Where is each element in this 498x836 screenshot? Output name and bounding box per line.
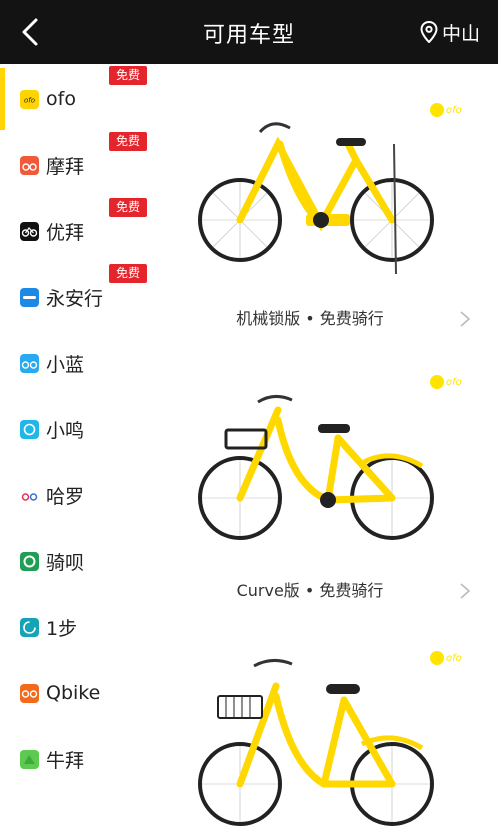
sidebar-item-ubike[interactable]: 优拜 免费 bbox=[0, 198, 152, 264]
ofo-watermark-icon: ofo bbox=[430, 374, 466, 390]
brand-sidebar: ofo ofo 免费 摩拜 免费 优拜 免费 永安行 免费 小蓝 小鸣 哈罗 骑… bbox=[0, 64, 152, 836]
sidebar-item-label: 优拜 bbox=[46, 221, 85, 244]
location-selector[interactable]: 中山 bbox=[420, 18, 480, 46]
location-label: 中山 bbox=[441, 22, 480, 45]
free-badge: 免费 bbox=[109, 264, 147, 283]
chevron-right-icon bbox=[460, 583, 471, 599]
top-bar: 可用车型 中山 bbox=[0, 0, 498, 64]
model-label: 机械锁版 • 免费骑行 bbox=[236, 309, 384, 328]
sidebar-item-label: 牛拜 bbox=[46, 749, 85, 772]
sidebar-item-label: 小蓝 bbox=[46, 353, 85, 376]
mobike-logo-icon bbox=[20, 155, 39, 175]
sidebar-item-ofo[interactable]: ofo ofo 免费 bbox=[0, 66, 152, 132]
sidebar-item-label: Qbike bbox=[46, 682, 101, 704]
free-badge: 免费 bbox=[109, 198, 147, 217]
niubai-logo-icon bbox=[20, 749, 39, 769]
youon-logo-icon bbox=[20, 287, 39, 307]
hellobike-logo-icon bbox=[20, 486, 39, 505]
svg-text:ofo: ofo bbox=[24, 96, 35, 104]
sidebar-item-label: 骑呗 bbox=[46, 551, 85, 574]
qibei-logo-icon bbox=[20, 551, 39, 571]
bike-image-curve bbox=[198, 395, 434, 540]
sidebar-item-yibu[interactable]: 1步 bbox=[0, 594, 152, 660]
ubike-logo-icon bbox=[20, 221, 39, 241]
sidebar-item-qbike[interactable]: Qbike bbox=[0, 660, 152, 726]
sidebar-item-label: 1步 bbox=[46, 617, 78, 640]
free-badge: 免费 bbox=[109, 132, 147, 151]
sidebar-item-hellobike[interactable]: 哈罗 bbox=[0, 462, 152, 528]
bike-image-basket bbox=[198, 659, 434, 826]
sidebar-item-qibei[interactable]: 骑呗 bbox=[0, 528, 152, 594]
bluegogo-logo-icon bbox=[20, 353, 39, 373]
ofo-watermark-text: ofo bbox=[446, 652, 462, 664]
bike-card-curve[interactable]: ofo Curve版 • 免费骑行 bbox=[152, 354, 498, 614]
sidebar-item-label: 哈罗 bbox=[46, 485, 85, 508]
bike-card-mechanical-lock[interactable]: ofo 机械锁版 • 免费骑行 bbox=[152, 64, 498, 344]
back-button[interactable] bbox=[14, 14, 46, 50]
sidebar-item-youon[interactable]: 永安行 免费 bbox=[0, 264, 152, 330]
sidebar-item-xiaoming[interactable]: 小鸣 bbox=[0, 396, 152, 462]
sidebar-item-label: 小鸣 bbox=[46, 419, 85, 442]
bike-model-list: ofo 机械锁版 • 免费骑行 ofo Curve版 • 免费骑行 ofo bbox=[152, 64, 498, 836]
model-row[interactable]: Curve版 • 免费骑行 bbox=[152, 576, 498, 606]
sidebar-item-mobike[interactable]: 摩拜 免费 bbox=[0, 132, 152, 198]
sidebar-item-bluegogo[interactable]: 小蓝 bbox=[0, 330, 152, 396]
bike-card-basket[interactable]: ofo bbox=[152, 642, 498, 836]
location-pin-icon bbox=[420, 21, 438, 43]
chevron-right-icon bbox=[460, 311, 471, 327]
free-badge: 免费 bbox=[109, 66, 147, 85]
yibu-logo-icon bbox=[20, 617, 39, 637]
model-row[interactable]: 机械锁版 • 免费骑行 bbox=[152, 304, 498, 334]
ofo-logo-icon: ofo bbox=[20, 89, 39, 109]
sidebar-item-label: ofo bbox=[46, 88, 76, 110]
sidebar-item-label: 永安行 bbox=[46, 287, 104, 310]
ofo-watermark-text: ofo bbox=[446, 104, 462, 116]
xiaoming-logo-icon bbox=[20, 419, 39, 439]
bike-image-mechanical-lock bbox=[198, 122, 434, 274]
chevron-left-icon bbox=[22, 18, 38, 46]
ofo-watermark-text: ofo bbox=[446, 376, 462, 388]
sidebar-item-label: 摩拜 bbox=[46, 155, 85, 178]
model-label: Curve版 • 免费骑行 bbox=[236, 581, 384, 600]
sidebar-item-niubai[interactable]: 牛拜 bbox=[0, 726, 152, 792]
qbike-logo-icon bbox=[20, 683, 39, 703]
